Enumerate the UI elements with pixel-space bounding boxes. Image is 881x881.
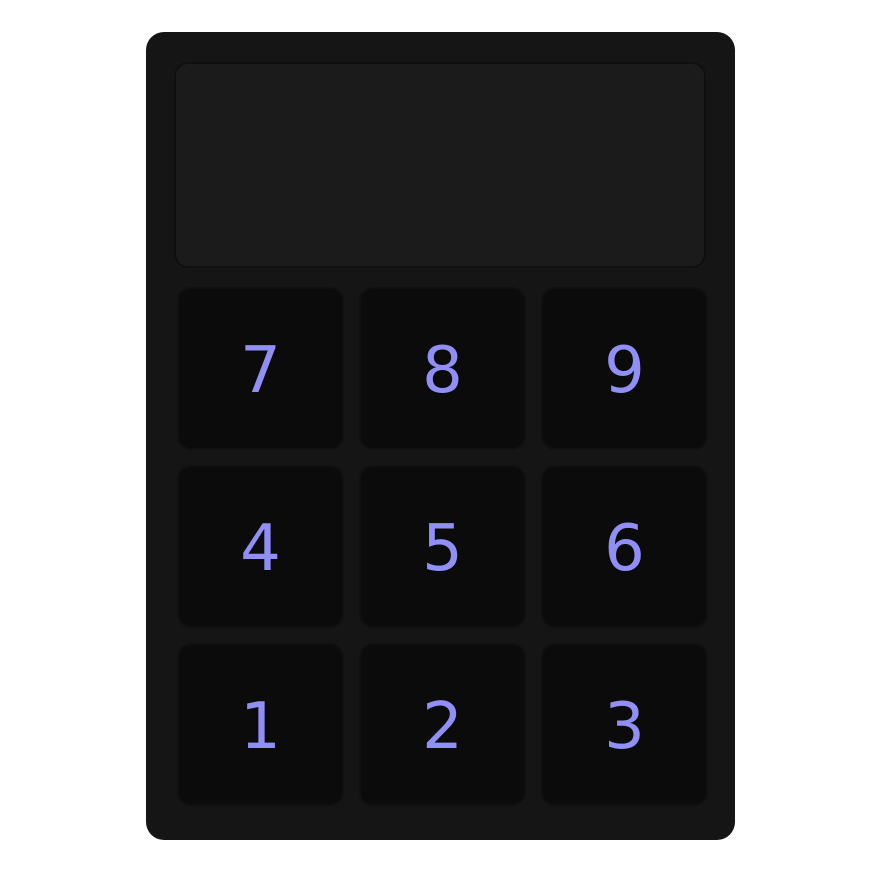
key-label: 2 <box>422 689 463 764</box>
key-label: 4 <box>240 511 281 586</box>
key-7[interactable]: 7 <box>177 287 344 450</box>
key-label: 9 <box>604 333 645 408</box>
key-label: 8 <box>422 333 463 408</box>
key-9[interactable]: 9 <box>541 287 708 450</box>
key-4[interactable]: 4 <box>177 465 344 628</box>
key-6[interactable]: 6 <box>541 465 708 628</box>
calculator-display <box>174 62 706 268</box>
keypad: 7 8 9 4 5 6 1 2 3 <box>177 287 708 806</box>
key-label: 6 <box>604 511 645 586</box>
key-2[interactable]: 2 <box>359 643 526 806</box>
key-3[interactable]: 3 <box>541 643 708 806</box>
key-label: 1 <box>240 689 281 764</box>
key-label: 7 <box>240 333 281 408</box>
key-1[interactable]: 1 <box>177 643 344 806</box>
key-label: 3 <box>604 689 645 764</box>
key-label: 5 <box>422 511 463 586</box>
key-8[interactable]: 8 <box>359 287 526 450</box>
calculator-body: 7 8 9 4 5 6 1 2 3 <box>146 32 735 840</box>
key-5[interactable]: 5 <box>359 465 526 628</box>
